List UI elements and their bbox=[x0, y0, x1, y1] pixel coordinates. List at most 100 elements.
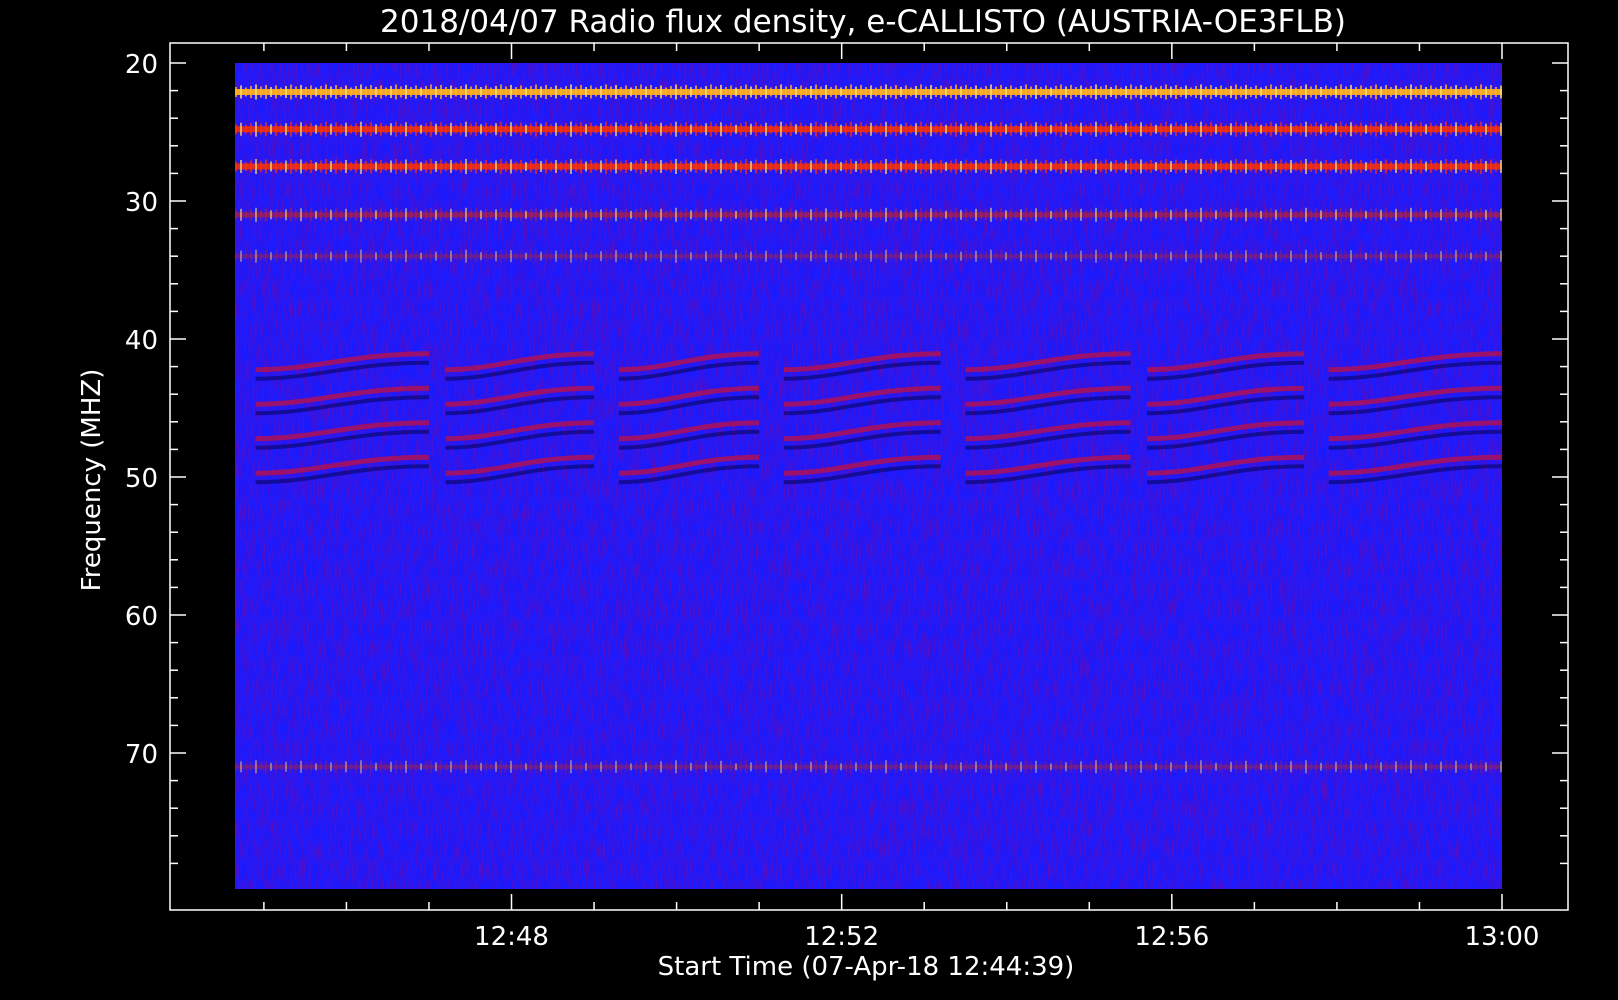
interference-band-spike bbox=[620, 762, 622, 771]
interference-band-spike bbox=[630, 210, 632, 219]
interference-band-spike bbox=[820, 86, 822, 98]
interference-band-spike bbox=[1205, 123, 1207, 135]
interference-band-spike bbox=[1220, 250, 1222, 262]
interference-band-spike bbox=[1200, 121, 1202, 137]
interference-band-spike bbox=[1155, 162, 1157, 171]
interference-band-spike bbox=[1365, 763, 1367, 771]
interference-band-spike bbox=[260, 762, 262, 772]
interference-band-spike bbox=[875, 87, 877, 97]
interference-band-spike bbox=[295, 161, 297, 172]
interference-band-spike bbox=[700, 87, 702, 97]
interference-band-spike bbox=[305, 252, 307, 261]
interference-band-spike bbox=[895, 250, 897, 263]
interference-band-spike bbox=[610, 762, 612, 772]
interference-band-spike bbox=[980, 763, 982, 771]
interference-band-spike bbox=[1345, 762, 1347, 772]
interference-band-spike bbox=[590, 250, 592, 262]
interference-band-spike bbox=[490, 252, 492, 260]
interference-band-spike bbox=[535, 159, 537, 174]
interference-band-spike bbox=[325, 207, 327, 222]
interference-band-spike bbox=[1265, 85, 1267, 98]
interference-band-spike bbox=[325, 84, 327, 100]
interference-band-spike bbox=[1465, 208, 1467, 221]
interference-band-spike bbox=[1185, 160, 1187, 173]
interference-band-spike bbox=[930, 760, 932, 773]
interference-band-spike bbox=[1305, 121, 1307, 137]
interference-band-spike bbox=[1215, 210, 1217, 220]
interference-band-spike bbox=[310, 122, 312, 136]
interference-band-spike bbox=[815, 207, 817, 222]
interference-band-spike bbox=[620, 86, 622, 97]
interference-band-spike bbox=[905, 761, 907, 773]
interference-band-spike bbox=[965, 250, 967, 263]
interference-band-spike bbox=[1145, 86, 1147, 97]
interference-band-spike bbox=[820, 762, 822, 772]
interference-band-spike bbox=[680, 161, 682, 172]
interference-band-spike bbox=[700, 763, 702, 771]
interference-band-spike bbox=[1130, 84, 1132, 100]
interference-band-spike bbox=[1300, 123, 1302, 136]
interference-band-spike bbox=[1250, 124, 1252, 135]
interference-band-spike bbox=[880, 251, 882, 262]
interference-band-spike bbox=[730, 761, 732, 773]
interference-band-spike bbox=[1340, 249, 1342, 263]
interference-band-spike bbox=[510, 250, 512, 263]
interference-band-spike bbox=[560, 162, 562, 171]
interference-band-spike bbox=[1125, 761, 1127, 772]
interference-band-spike bbox=[790, 250, 792, 263]
interference-band-spike bbox=[505, 86, 507, 98]
interference-band-spike bbox=[1085, 87, 1087, 97]
interference-band-spike bbox=[770, 763, 772, 771]
interference-band-spike bbox=[1445, 84, 1447, 100]
interference-band-spike bbox=[755, 122, 757, 137]
interference-band-spike bbox=[1245, 760, 1247, 773]
interference-band-spike bbox=[810, 85, 812, 98]
interference-band-spike bbox=[1420, 208, 1422, 222]
interference-band-spike bbox=[505, 161, 507, 172]
interference-band-spike bbox=[780, 760, 782, 774]
interference-band-spike bbox=[845, 251, 847, 262]
interference-band-spike bbox=[290, 760, 292, 774]
interference-band-spike bbox=[860, 760, 862, 773]
interference-band-spike bbox=[430, 121, 432, 137]
interference-band-spike bbox=[1255, 160, 1257, 173]
interference-band-spike bbox=[1075, 161, 1077, 172]
interference-band-spike bbox=[380, 85, 382, 99]
interference-band-spike bbox=[1350, 760, 1352, 773]
interference-band-spike bbox=[1100, 86, 1102, 98]
interference-band-spike bbox=[270, 210, 272, 220]
interference-band-spike bbox=[405, 84, 407, 99]
interference-band-spike bbox=[530, 123, 532, 136]
interference-band-spike bbox=[620, 124, 622, 135]
interference-band-spike bbox=[690, 762, 692, 771]
interference-band-spike bbox=[1325, 761, 1327, 773]
interference-band-spike bbox=[895, 122, 897, 137]
interference-band-spike bbox=[925, 762, 927, 772]
interference-band-spike bbox=[1025, 760, 1027, 774]
interference-band-spike bbox=[450, 208, 452, 221]
interference-band-spike bbox=[1395, 250, 1397, 262]
interference-band-spike bbox=[725, 210, 727, 220]
interference-band-spike bbox=[370, 122, 372, 137]
interference-band-spike bbox=[1490, 250, 1492, 263]
interference-band-spike bbox=[1075, 252, 1077, 261]
interference-band-spike bbox=[1315, 159, 1317, 174]
interference-band-spike bbox=[235, 762, 237, 771]
interference-band-spike bbox=[795, 762, 797, 771]
interference-band-spike bbox=[765, 250, 767, 262]
interference-band-spike bbox=[1285, 210, 1287, 220]
interference-band-spike bbox=[280, 210, 282, 219]
interference-band-spike bbox=[855, 123, 857, 135]
interference-band-spike bbox=[245, 87, 247, 97]
x-tick-label: 13:00 bbox=[1465, 922, 1540, 952]
interference-band-spike bbox=[830, 161, 832, 172]
interference-band-spike bbox=[405, 159, 407, 174]
interference-band-spike bbox=[1445, 249, 1447, 263]
interference-band-spike bbox=[700, 162, 702, 171]
interference-band-spike bbox=[885, 760, 887, 774]
interference-band-spike bbox=[1135, 86, 1137, 98]
interference-band-spike bbox=[675, 207, 677, 222]
interference-band-spike bbox=[1335, 251, 1337, 262]
interference-band-spike bbox=[395, 207, 397, 222]
interference-band-spike bbox=[1380, 251, 1382, 261]
